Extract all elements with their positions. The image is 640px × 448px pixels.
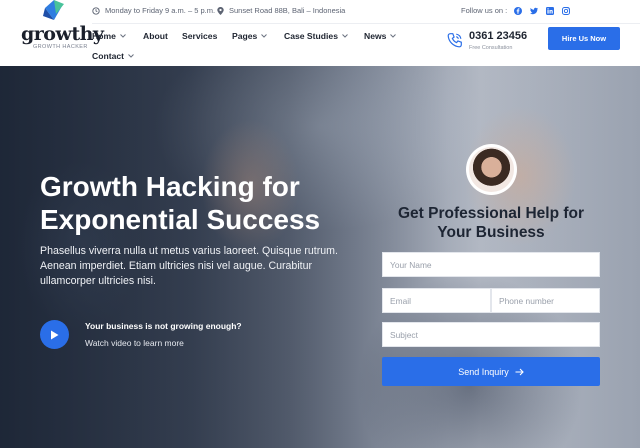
nav-home-label: Home	[92, 31, 116, 41]
facebook-icon[interactable]	[514, 7, 522, 15]
nav-services[interactable]: Services	[182, 31, 217, 41]
nav-about-label: About	[143, 31, 168, 41]
phone-contact[interactable]: 0361 23456 Free Consultation	[446, 30, 536, 54]
header-divider	[92, 23, 640, 24]
nav-case-studies-label: Case Studies	[284, 31, 338, 41]
phone-input[interactable]	[491, 288, 600, 313]
nav-about[interactable]: About	[143, 31, 168, 41]
hire-us-button[interactable]: Hire Us Now	[548, 27, 620, 50]
nav-pages-label: Pages	[232, 31, 258, 41]
chevron-down-icon	[120, 34, 126, 38]
phone-icon	[447, 33, 462, 48]
video-title: Your business is not growing enough?	[85, 321, 242, 331]
phone-caption: Free Consultation	[469, 45, 513, 51]
main-nav: Home About Services Pages Case Studies N…	[92, 28, 412, 64]
consultant-avatar	[466, 144, 517, 195]
play-icon	[51, 330, 59, 339]
send-inquiry-label: Send Inquiry	[458, 366, 509, 377]
consultant-photo	[469, 147, 514, 192]
send-inquiry-button[interactable]: Send Inquiry	[382, 357, 600, 386]
opening-hours: Monday to Friday 9 a.m. – 5 p.m.	[92, 6, 215, 15]
nav-news[interactable]: News	[364, 31, 397, 41]
arrow-right-icon	[515, 368, 524, 375]
nav-news-label: News	[364, 31, 387, 41]
nav-contact-label: Contact	[92, 51, 124, 61]
clock-icon	[92, 6, 100, 15]
hero-section: Growth Hacking for Exponential Success P…	[0, 66, 640, 448]
subject-input[interactable]	[382, 322, 600, 347]
chevron-down-icon	[342, 34, 348, 38]
hero-title: Growth Hacking for Exponential Success	[40, 171, 321, 235]
opening-hours-text: Monday to Friday 9 a.m. – 5 p.m.	[105, 6, 216, 15]
play-video-button[interactable]	[40, 320, 69, 349]
chevron-down-icon	[128, 54, 134, 58]
twitter-icon[interactable]	[530, 7, 538, 15]
nav-contact[interactable]: Contact	[92, 51, 134, 61]
hero-description: Phasellus viverra nulla ut metus varius …	[40, 245, 338, 287]
social-links	[514, 7, 570, 15]
email-input[interactable]	[382, 288, 491, 313]
logo-mark-icon	[43, 0, 64, 20]
video-subtitle[interactable]: Watch video to learn more	[85, 338, 184, 348]
site-header: growthy GROWTH HACKER Monday to Friday 9…	[0, 0, 640, 66]
site-logo[interactable]: growthy GROWTH HACKER	[21, 0, 104, 54]
map-pin-icon	[217, 6, 224, 15]
linkedin-icon[interactable]	[546, 7, 554, 15]
phone-number: 0361 23456	[469, 30, 528, 42]
nav-home[interactable]: Home	[92, 31, 126, 41]
name-input[interactable]	[382, 252, 600, 277]
logo-tagline: GROWTH HACKER	[33, 44, 88, 50]
chevron-down-icon	[261, 34, 268, 38]
nav-services-label: Services	[182, 31, 218, 41]
address: Sunset Road 88B, Bali – Indonesia	[217, 6, 345, 15]
form-title: Get Professional Help for Your Business	[397, 205, 585, 241]
chevron-down-icon	[390, 34, 397, 38]
address-text: Sunset Road 88B, Bali – Indonesia	[229, 6, 346, 15]
nav-pages[interactable]: Pages	[232, 31, 268, 41]
instagram-icon[interactable]	[562, 7, 570, 15]
nav-case-studies[interactable]: Case Studies	[284, 31, 348, 41]
follow-label: Follow us on :	[461, 6, 508, 15]
